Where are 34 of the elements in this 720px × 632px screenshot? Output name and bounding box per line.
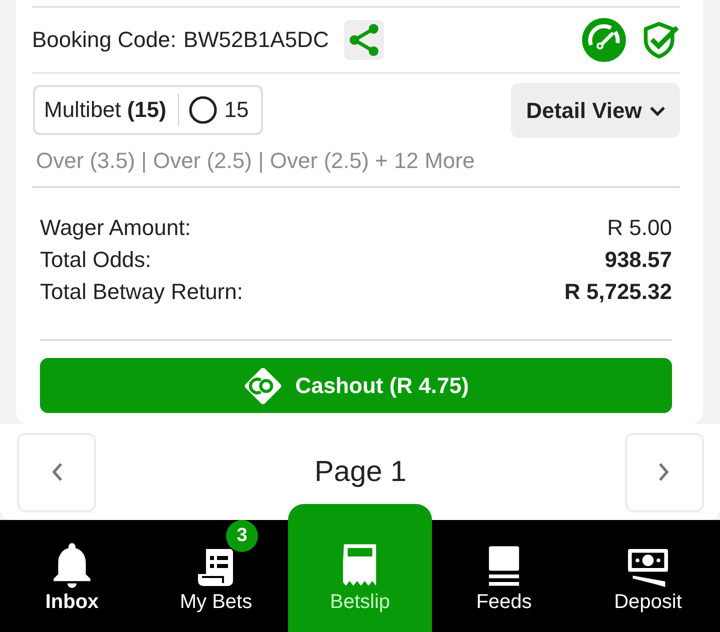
total-label: Wager Amount: [40, 214, 191, 242]
nav-tab[interactable]: Feeds [432, 520, 576, 632]
stack-icon [488, 544, 520, 588]
nav-tab[interactable]: Deposit [576, 520, 720, 632]
previous-page-button[interactable] [17, 432, 96, 512]
selections-summary: Over (3.5) | Over (2.5) | Over (2.5) + 12 More [36, 148, 476, 174]
bet-type-label: Multibet (15) [44, 97, 166, 123]
circle-icon [189, 96, 218, 124]
bell-icon [52, 542, 92, 588]
total-label: Total Odds: [40, 246, 152, 274]
total-label: Total Betway Return: [40, 278, 243, 306]
total-value: R 5,725.32 [564, 278, 672, 306]
selection-count: 15 [224, 97, 249, 123]
gauge-icon [582, 18, 626, 62]
receipt-list-icon [197, 548, 235, 588]
chevron-down-icon [650, 106, 665, 116]
share-icon [348, 24, 379, 56]
booking-code-label: Booking Code: [32, 27, 176, 53]
nav-tab[interactable]: 3 My Bets [144, 520, 288, 632]
next-page-button[interactable] [624, 432, 704, 512]
nav-tab[interactable]: Inbox [0, 520, 144, 632]
page-indicator: Page 1 [314, 456, 406, 488]
share-button[interactable] [344, 20, 384, 60]
total-value: R 5.00 [607, 214, 672, 242]
booking-code: BW52B1A5DC [183, 27, 329, 53]
cashout-logo-icon [243, 366, 284, 406]
chevron-right-icon [658, 462, 670, 482]
count-badge: 3 [226, 520, 258, 552]
chevron-left-icon [50, 462, 62, 482]
detail-view-button[interactable]: Detail View [511, 83, 680, 138]
ticket-icon [343, 542, 377, 588]
total-value: 938.57 [604, 246, 672, 274]
cashout-button[interactable]: Cashout (R 4.75) [40, 358, 672, 413]
banknote-icon [627, 548, 669, 588]
